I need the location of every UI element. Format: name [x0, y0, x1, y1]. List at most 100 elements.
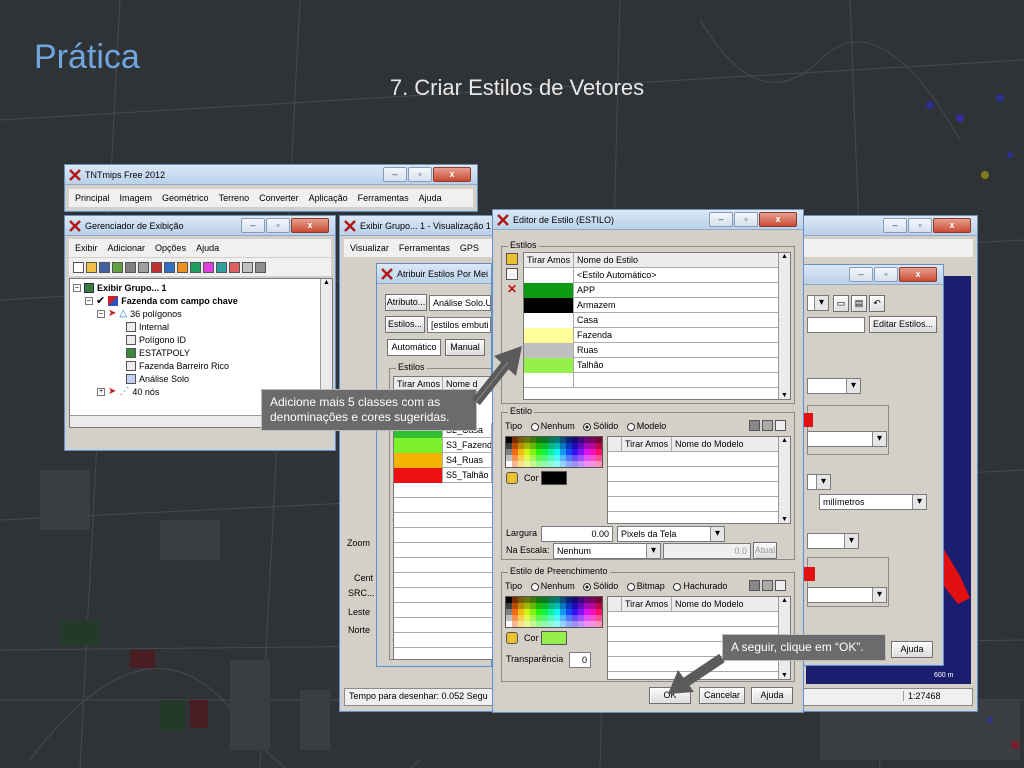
atributo-field[interactable]: Análise Solo.U — [429, 295, 491, 311]
tree-row-table[interactable]: Fazenda Barreiro Rico — [126, 359, 229, 372]
style-row[interactable]: <Estilo Automático> — [524, 268, 790, 283]
radio-solido-icon[interactable] — [583, 422, 592, 431]
line-color-swatch[interactable] — [541, 471, 567, 485]
pattern-load-icon[interactable] — [762, 420, 773, 431]
delete-style-icon[interactable]: ✕ — [506, 283, 518, 295]
menu-geometrico[interactable]: Geométrico — [162, 193, 209, 203]
minimize-button[interactable]: – — [709, 212, 733, 227]
unit-select[interactable]: milímetros — [819, 494, 927, 510]
fill-color-swatch[interactable] — [541, 631, 567, 645]
menu-aplicacao[interactable]: Aplicação — [309, 193, 348, 203]
minimize-button[interactable]: – — [241, 218, 265, 233]
grid-icon[interactable] — [216, 261, 227, 273]
legend-icon[interactable] — [255, 261, 266, 273]
tree-row-nodes[interactable]: + ➤ ⋰ 40 nós — [97, 385, 159, 398]
minimize-button[interactable]: – — [383, 167, 407, 182]
model-vscroll[interactable] — [778, 437, 790, 523]
menu-principal[interactable]: Principal — [75, 193, 110, 203]
pattern-edit-icon[interactable] — [749, 420, 760, 431]
copy-style-icon[interactable] — [506, 268, 518, 280]
collapse-icon[interactable]: – — [97, 309, 105, 318]
style-row[interactable]: Ruas — [524, 343, 790, 358]
radio-nenhum-icon[interactable] — [530, 422, 539, 431]
style-row[interactable]: Casa — [524, 313, 790, 328]
style-row[interactable]: Fazenda — [524, 328, 790, 343]
tree-row-table[interactable]: ESTATPOLY — [126, 346, 190, 359]
fill-select[interactable] — [807, 533, 859, 549]
shape-icon[interactable] — [177, 261, 188, 273]
pattern-clear-icon[interactable] — [775, 420, 786, 431]
escala-select[interactable]: Nenhum — [553, 543, 661, 559]
escala-number[interactable]: 0.0 — [663, 543, 751, 559]
atual-button[interactable]: Atual — [753, 542, 777, 559]
style-row[interactable]: Talhão — [524, 358, 790, 373]
maximize-button[interactable]: ▫ — [874, 267, 898, 282]
expand-icon[interactable]: + — [97, 387, 105, 396]
fill-color-picker-icon[interactable] — [506, 632, 518, 644]
estilos-field[interactable]: [estilos embuti — [427, 317, 491, 333]
close-button[interactable]: x — [433, 167, 471, 182]
largura-unit-select[interactable]: Pixels da Tela — [617, 526, 725, 542]
collapse-icon[interactable]: – — [85, 296, 93, 305]
styles-vscroll[interactable] — [778, 253, 790, 399]
radio-nenhum[interactable]: Nenhum — [541, 421, 575, 431]
close-button[interactable]: x — [933, 218, 971, 233]
fill-radio-hachurado-icon[interactable] — [673, 582, 682, 591]
tab-automatico[interactable]: Automático — [387, 339, 441, 356]
line-type-select[interactable] — [807, 378, 861, 394]
editor-titlebar[interactable]: Editor de Estilo (ESTILO) – ▫ x — [493, 210, 803, 230]
menu-converter[interactable]: Converter — [259, 193, 299, 203]
tin-icon[interactable] — [190, 261, 201, 273]
fill-color-palette[interactable] — [505, 596, 603, 628]
tree-row-table[interactable]: Internal — [126, 320, 169, 333]
line-color-palette[interactable] — [505, 436, 603, 468]
maximize-button[interactable]: ▫ — [408, 167, 432, 182]
region-icon[interactable] — [203, 261, 214, 273]
tntmips-titlebar[interactable]: TNTmips Free 2012 – ▫ x — [65, 165, 477, 185]
fill-load-icon[interactable] — [762, 580, 773, 591]
menu-ferramentas[interactable]: Ferramentas — [358, 193, 409, 203]
style-name-field[interactable] — [807, 317, 865, 333]
fill-radio-bitmap-icon[interactable] — [626, 582, 635, 591]
radio-solido[interactable]: Sólido — [593, 421, 618, 431]
tree-row-table[interactable]: Análise Solo — [126, 372, 189, 385]
undo-button[interactable]: ↶ — [869, 295, 885, 312]
menu-visualizar[interactable]: Visualizar — [350, 243, 389, 253]
tree-row-layer[interactable]: – ✔ Fazenda com campo chave — [85, 294, 238, 307]
minimize-button[interactable]: – — [883, 218, 907, 233]
maximize-button[interactable]: ▫ — [266, 218, 290, 233]
editar-estilos-button[interactable]: Editar Estilos... — [869, 316, 937, 333]
new-icon[interactable] — [73, 261, 84, 273]
menu-opcoes[interactable]: Opções — [155, 243, 186, 253]
cad-icon[interactable] — [164, 261, 175, 273]
save-icon[interactable] — [99, 261, 110, 273]
tree-row-table[interactable]: Polígono ID — [126, 333, 186, 346]
help-button[interactable]: Ajuda — [751, 687, 793, 704]
palette-swatch[interactable] — [596, 621, 602, 627]
fill-radio-nenhum-icon[interactable] — [530, 582, 539, 591]
style-row[interactable]: Armazem — [524, 298, 790, 313]
table-row[interactable]: S5_Talhão — [394, 468, 492, 483]
vector-icon[interactable] — [151, 261, 162, 273]
fill-radio-hachurado[interactable]: Hachurado — [683, 581, 727, 591]
collapse-icon[interactable]: – — [73, 283, 81, 292]
radio-modelo[interactable]: Modelo — [637, 421, 667, 431]
largura-field[interactable]: 0.00 — [541, 526, 613, 542]
close-button[interactable]: x — [759, 212, 797, 227]
menu-gps[interactable]: GPS — [460, 243, 479, 253]
fill-radio-bitmap[interactable]: Bitmap — [637, 581, 665, 591]
pattern-select[interactable] — [807, 587, 887, 603]
raster-icon[interactable] — [138, 261, 149, 273]
fill-clear-icon[interactable] — [775, 580, 786, 591]
menu-ferramentas[interactable]: Ferramentas — [399, 243, 450, 253]
atribuir-titlebar[interactable]: Atribuir Estilos Por Mei — [377, 264, 491, 284]
gerenciador-titlebar[interactable]: Gerenciador de Exibição – ▫ x — [65, 216, 335, 236]
fill-edit-icon[interactable] — [749, 580, 760, 591]
close-button[interactable]: x — [291, 218, 329, 233]
menu-imagem[interactable]: Imagem — [120, 193, 153, 203]
fill-radio-solido-icon[interactable] — [583, 582, 592, 591]
copy-button[interactable]: ▭ — [833, 295, 849, 312]
palette-swatch[interactable] — [596, 461, 602, 467]
style-row[interactable] — [524, 373, 790, 388]
tree-row-polygons[interactable]: – ➤ △ 36 polígonos — [97, 307, 182, 320]
